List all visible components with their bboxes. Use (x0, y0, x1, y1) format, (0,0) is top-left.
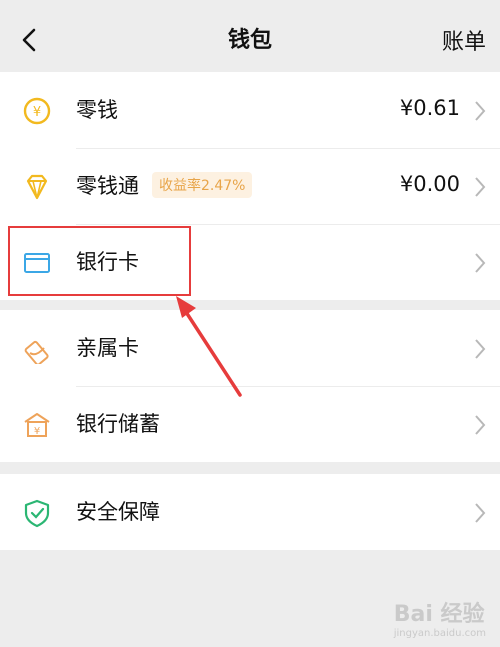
yield-badge: 收益率2.47% (152, 172, 253, 198)
diamond-icon (26, 174, 48, 200)
watermark-url: jingyan.baidu.com (393, 628, 486, 639)
balance-value: ¥0.00 (399, 172, 460, 196)
row-label: 零钱 (76, 98, 118, 122)
chevron-right-icon (475, 415, 486, 435)
chevron-right-icon (475, 253, 486, 273)
svg-text:¥: ¥ (33, 105, 41, 120)
row-security[interactable]: 安全保障 (0, 474, 500, 550)
savings-house-icon: ¥ (24, 413, 50, 437)
row-label: 安全保障 (76, 500, 160, 524)
balance-value: ¥0.61 (399, 96, 460, 120)
row-change[interactable]: ¥ 零钱 ¥0.61 (0, 72, 500, 148)
watermark-text: Bai 经验 (393, 602, 485, 627)
row-bank-savings[interactable]: ¥ 银行储蓄 (0, 386, 500, 462)
row-label: 银行储蓄 (76, 412, 160, 436)
cards-section: 亲属卡 ¥ 银行储蓄 (0, 310, 500, 462)
security-section: 安全保障 (0, 474, 500, 550)
yuan-coin-icon: ¥ (23, 97, 51, 125)
row-label: 亲属卡 (76, 336, 139, 360)
shield-check-icon (24, 499, 50, 528)
chevron-right-icon (475, 177, 486, 197)
svg-text:¥: ¥ (34, 426, 40, 437)
row-family-card[interactable]: 亲属卡 (0, 310, 500, 386)
family-card-icon (24, 340, 49, 364)
chevron-right-icon (475, 339, 486, 359)
chevron-right-icon (475, 503, 486, 523)
top-bar: 钱包 账单 (0, 0, 500, 72)
chevron-right-icon (475, 101, 486, 121)
highlight-box (8, 226, 191, 296)
bill-link[interactable]: 账单 (442, 24, 486, 56)
page-title: 钱包 (227, 28, 272, 53)
row-label: 零钱通 (76, 174, 139, 198)
watermark-logo: Bai 经验 jingyan.baidu.com (394, 596, 486, 639)
